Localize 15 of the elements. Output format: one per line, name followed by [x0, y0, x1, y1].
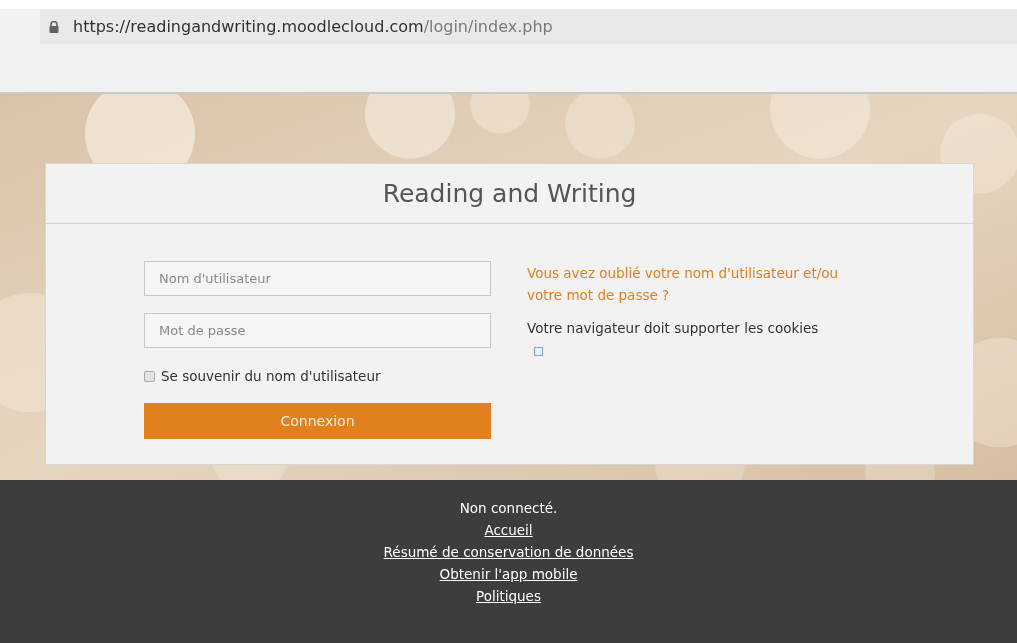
footer-link[interactable]: Obtenir l'app mobile: [439, 563, 578, 585]
footer-link[interactable]: Politiques: [476, 585, 541, 607]
footer-link[interactable]: Résumé de conservation de données: [383, 541, 634, 563]
login-status: Non connecté.: [459, 499, 558, 518]
remember-label: Se souvenir du nom d'utilisateur: [161, 368, 381, 384]
cookies-notice: Votre navigateur doit supporter les cookies: [527, 320, 820, 336]
password-field[interactable]: Mot de passe: [144, 313, 491, 348]
site-title: Reading and Writing: [382, 179, 637, 208]
remember-checkbox[interactable]: [144, 370, 155, 382]
square-icon[interactable]: [534, 347, 543, 356]
lock-icon: [49, 20, 59, 33]
username-field[interactable]: Nom d'utilisateur: [144, 261, 491, 296]
footer-link[interactable]: Accueil: [484, 519, 533, 541]
address-bar[interactable]: https://readingandwriting.moodlecloud.com/login/index.php: [40, 9, 1017, 44]
url-text: https://readingandwriting.moodlecloud.com/login/index.php: [73, 17, 553, 36]
